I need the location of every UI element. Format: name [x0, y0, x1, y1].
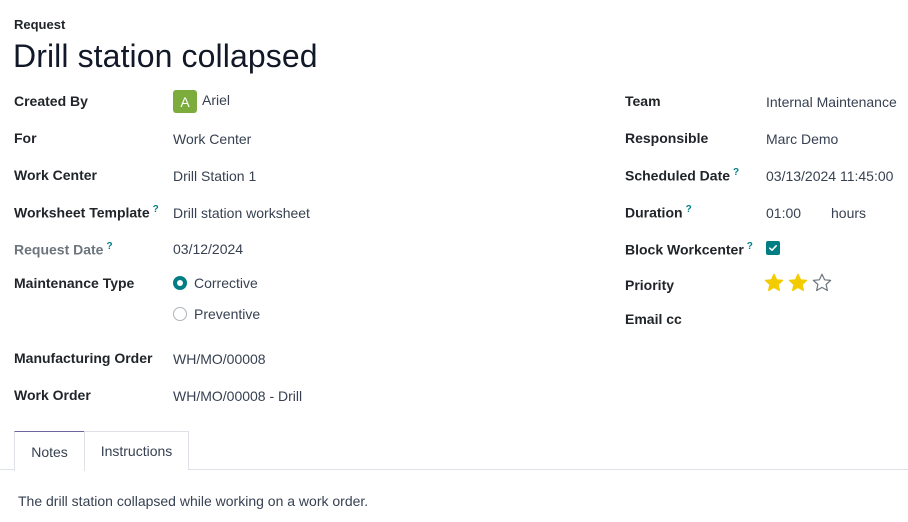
- breadcrumb-label: Request: [14, 17, 66, 32]
- for-field[interactable]: Work Center: [173, 131, 251, 147]
- block-workcenter-label: Block Workcenter?: [625, 241, 753, 258]
- work-center-label: Work Center: [14, 167, 97, 183]
- radio-unchecked-icon[interactable]: [173, 307, 187, 322]
- scheduled-date-field[interactable]: 03/13/2024 11:45:00: [766, 168, 893, 184]
- manufacturing-order-field[interactable]: WH/MO/00008: [173, 351, 266, 367]
- help-icon[interactable]: ?: [153, 204, 159, 215]
- request-date-label: Request Date?: [14, 241, 113, 258]
- help-icon[interactable]: ?: [733, 167, 739, 178]
- radio-label: Corrective: [194, 275, 258, 291]
- radio-option-preventive[interactable]: Preventive: [173, 306, 260, 322]
- avatar: A: [173, 90, 197, 113]
- block-workcenter-label-text: Block Workcenter: [625, 241, 744, 258]
- block-workcenter-checkbox[interactable]: [766, 241, 780, 255]
- worksheet-template-field[interactable]: Drill station worksheet: [173, 205, 310, 221]
- created-by-value: Ariel: [202, 92, 231, 109]
- work-order-field[interactable]: WH/MO/00008 - Drill: [173, 388, 302, 404]
- help-icon[interactable]: ?: [106, 241, 112, 252]
- worksheet-template-label-text: Worksheet Template: [14, 204, 150, 221]
- maintenance-request-form: Request Drill station collapsed Created …: [0, 0, 908, 522]
- help-icon[interactable]: ?: [747, 241, 753, 252]
- tab-instructions[interactable]: Instructions: [84, 431, 189, 470]
- radio-option-corrective[interactable]: Corrective: [173, 275, 258, 291]
- created-by-label: Created By: [14, 93, 88, 109]
- notebook-tabs: Notes Instructions: [0, 431, 908, 471]
- maintenance-type-label: Maintenance Type: [14, 275, 135, 291]
- manufacturing-order-label: Manufacturing Order: [14, 350, 153, 366]
- scheduled-date-label-text: Scheduled Date: [625, 167, 731, 184]
- email-cc-label: Email cc: [625, 311, 682, 327]
- checkmark-icon: [769, 245, 777, 251]
- work-order-label: Work Order: [14, 387, 91, 403]
- star-filled-icon[interactable]: [788, 273, 808, 292]
- radio-label: Preventive: [194, 306, 261, 322]
- duration-label: Duration?: [625, 204, 692, 221]
- star-filled-icon[interactable]: [764, 273, 784, 292]
- priority-stars[interactable]: [764, 273, 832, 292]
- email-cc-input[interactable]: [766, 311, 896, 331]
- duration-label-text: Duration: [625, 204, 683, 221]
- notes-content[interactable]: The drill station collapsed while workin…: [18, 493, 368, 509]
- duration-unit: hours: [831, 205, 867, 221]
- request-date-label-text: Request Date: [14, 241, 104, 258]
- team-label: Team: [625, 93, 661, 109]
- scheduled-date-label: Scheduled Date?: [625, 167, 739, 184]
- work-center-field[interactable]: Drill Station 1: [173, 168, 256, 184]
- created-by-field[interactable]: A Ariel: [173, 90, 230, 113]
- responsible-field[interactable]: Marc Demo: [766, 131, 838, 147]
- help-icon[interactable]: ?: [686, 204, 692, 215]
- request-date-field[interactable]: 03/12/2024: [173, 241, 243, 257]
- for-label: For: [14, 130, 37, 146]
- team-field[interactable]: Internal Maintenance: [766, 94, 897, 110]
- responsible-label: Responsible: [625, 130, 709, 146]
- page-title[interactable]: Drill station collapsed: [13, 38, 318, 75]
- radio-checked-icon[interactable]: [173, 276, 187, 291]
- worksheet-template-label: Worksheet Template?: [14, 204, 159, 221]
- duration-field[interactable]: 01:00: [766, 205, 801, 221]
- tab-notes[interactable]: Notes: [14, 431, 85, 471]
- priority-label: Priority: [625, 277, 675, 293]
- star-empty-icon[interactable]: [812, 273, 832, 292]
